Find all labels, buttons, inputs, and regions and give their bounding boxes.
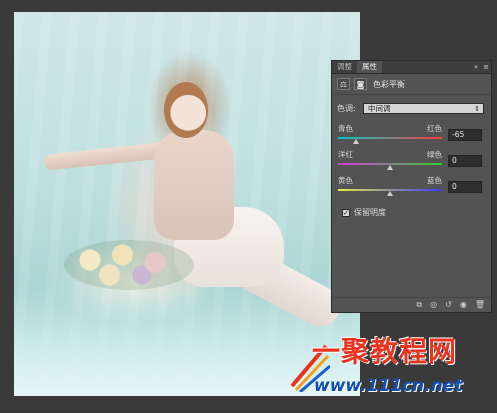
slider-right-label: 蓝色 bbox=[427, 176, 442, 185]
preserve-luminosity-label: 保留明度 bbox=[354, 208, 386, 217]
panel-menu-icon[interactable]: ≡ bbox=[483, 61, 489, 73]
slider-value-input[interactable]: 0 bbox=[448, 155, 482, 167]
trash-icon[interactable]: 🗑 bbox=[475, 299, 485, 311]
slider-thumb[interactable] bbox=[353, 139, 360, 144]
model-head bbox=[164, 82, 208, 138]
dropdown-arrows-icon: ⇕ bbox=[474, 104, 480, 113]
slider-cyan-red: 青色 红色 -65 bbox=[338, 123, 484, 149]
panel-bottom-toolbar: ⧉ ◎ ↺ ◉ 🗑 bbox=[332, 297, 491, 312]
tone-row: 色调: 中间调 ⇕ bbox=[337, 102, 484, 114]
model-body bbox=[154, 130, 234, 240]
slider-left-label: 洋红 bbox=[338, 150, 353, 159]
slider-right-label: 绿色 bbox=[427, 150, 442, 159]
tone-label: 色调: bbox=[337, 103, 356, 113]
slider-yellow-blue: 黄色 蓝色 0 bbox=[338, 175, 484, 201]
preserve-luminosity-checkbox[interactable]: ✓ bbox=[342, 208, 350, 217]
reset-icon[interactable]: ↺ bbox=[445, 299, 452, 311]
watermark-title: 一聚教程网 bbox=[312, 335, 458, 368]
site-watermark: 一聚教程网 www.111cn.net bbox=[290, 330, 490, 410]
collapse-panel-icon[interactable]: » bbox=[474, 61, 478, 73]
panel-menu-controls: » ≡ bbox=[474, 61, 489, 73]
toggle-visibility-icon[interactable]: ◉ bbox=[460, 299, 467, 311]
tone-dropdown-value: 中间调 bbox=[368, 103, 391, 113]
tab-adjustments[interactable]: 调整 bbox=[332, 61, 357, 73]
tab-properties[interactable]: 属性 bbox=[357, 61, 382, 73]
slider-left-label: 青色 bbox=[338, 124, 353, 133]
panel-tabbar: 调整 属性 » ≡ bbox=[332, 61, 491, 74]
view-previous-state-icon[interactable]: ◎ bbox=[430, 299, 437, 311]
slider-value-input[interactable]: 0 bbox=[448, 181, 482, 193]
slider-magenta-green: 洋红 绿色 0 bbox=[338, 149, 484, 175]
adjustment-header: ⚖ ◙ 色彩平衡 bbox=[332, 74, 491, 95]
flower-bouquet bbox=[64, 240, 194, 290]
properties-panel: 调整 属性 » ≡ ⚖ ◙ 色彩平衡 色调: 中间调 ⇕ 青色 红色 -65 洋… bbox=[331, 60, 492, 313]
watermark-url: www.111cn.net bbox=[314, 376, 463, 396]
slider-right-label: 红色 bbox=[427, 124, 442, 133]
slider-thumb[interactable] bbox=[387, 165, 393, 170]
slider-value-input[interactable]: -65 bbox=[448, 129, 482, 141]
clip-to-layer-icon[interactable]: ⧉ bbox=[416, 299, 422, 311]
slider-left-label: 黄色 bbox=[338, 176, 353, 185]
adjustment-title: 色彩平衡 bbox=[373, 79, 405, 89]
balance-scale-icon: ⚖ bbox=[337, 78, 350, 90]
layer-mask-icon[interactable]: ◙ bbox=[354, 78, 367, 90]
tone-dropdown[interactable]: 中间调 ⇕ bbox=[363, 102, 484, 114]
preserve-luminosity-row: ✓ 保留明度 bbox=[342, 207, 386, 218]
slider-thumb[interactable] bbox=[387, 191, 393, 196]
